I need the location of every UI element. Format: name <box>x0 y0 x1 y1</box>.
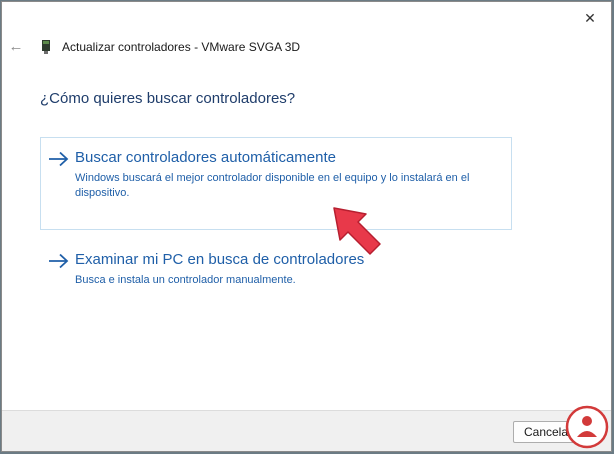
option-browse-my-pc[interactable]: Examinar mi PC en busca de controladores… <box>40 239 512 299</box>
back-arrow-icon: ← <box>8 37 24 55</box>
close-icon: ✕ <box>584 9 596 26</box>
option-title: Examinar mi PC en busca de controladores <box>75 251 365 268</box>
dialog-window: ✕ ← Actualizar controladores - VMware SV… <box>1 1 612 452</box>
option-description: Busca e instala un controlador manualmen… <box>75 274 296 286</box>
dialog-title: Actualizar controladores - VMware SVGA 3… <box>62 40 301 54</box>
arrow-right-icon <box>49 151 69 167</box>
arrow-right-icon <box>49 253 69 269</box>
back-button[interactable]: ← <box>6 36 26 56</box>
device-card-icon <box>38 39 54 55</box>
dialog-footer: Cancelar <box>2 410 611 451</box>
option-title: Buscar controladores automáticamente <box>75 149 336 166</box>
close-button[interactable]: ✕ <box>575 6 605 30</box>
option-description: Windows buscará el mejor controlador dis… <box>75 172 470 199</box>
page-heading: ¿Cómo quieres buscar controladores? <box>40 90 296 107</box>
dialog-title-row: Actualizar controladores - VMware SVGA 3… <box>38 38 300 56</box>
option-search-automatically[interactable]: Buscar controladores automáticamente Win… <box>40 137 512 230</box>
watermark-logo <box>565 405 609 449</box>
pointer-arrow-icon <box>333 207 381 255</box>
